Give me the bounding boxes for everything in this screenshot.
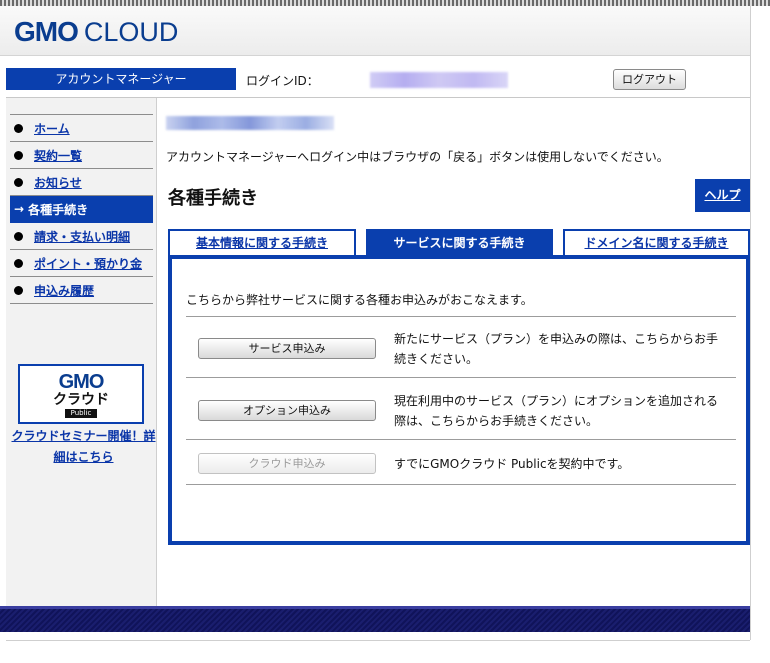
- cloud-apply-button[interactable]: クラウド申込み: [198, 453, 376, 474]
- row-divider: [186, 484, 736, 485]
- logo-cloud-text: CLOUD: [83, 17, 179, 47]
- footer-bar: [0, 606, 750, 632]
- seminar-link[interactable]: クラウドセミナー開催！詳細はこちら: [10, 426, 157, 468]
- sidebar-item-label[interactable]: ポイント・預かり金: [34, 255, 142, 272]
- cloud-apply-description: すでにGMOクラウド Publicを契約中です。: [394, 457, 630, 471]
- sidebar-item-label[interactable]: お知らせ: [34, 174, 82, 191]
- sidebar-item-label[interactable]: 請求・支払い明細: [34, 228, 130, 245]
- login-id-label: ログインID：: [246, 74, 319, 88]
- sidebar-item-label[interactable]: 契約一覧: [34, 147, 82, 164]
- banner-public-badge: Public: [64, 409, 98, 418]
- bullet-icon: [14, 150, 23, 160]
- sidebar-item-home[interactable]: ホーム: [10, 115, 153, 142]
- logo-gmo-text: GMO: [14, 16, 79, 47]
- sidebar-item-label[interactable]: 申込み履歴: [34, 282, 94, 299]
- services-panel: こちらから弊社サービスに関する各種お申込みがおこなえます。 サービス申込み 新た…: [168, 255, 750, 545]
- tab-basic-info[interactable]: 基本情報に関する手続き: [168, 229, 356, 255]
- banner-gmo-text: GMO: [58, 371, 105, 393]
- bullet-icon: [14, 258, 23, 268]
- sidebar-item-billing[interactable]: 請求・支払い明細: [10, 223, 153, 250]
- tab-domain[interactable]: ドメイン名に関する手続き: [563, 229, 750, 255]
- bottom-divider: [6, 640, 750, 641]
- account-name-redacted: [166, 116, 334, 130]
- bullet-icon: [14, 285, 23, 295]
- option-apply-description: 現在利用中のサービス（プラン）にオプションを追加される際は、こちらからお手続きく…: [394, 394, 719, 428]
- service-apply-description: 新たにサービス（プラン）を申込みの際は、こちらからお手続きください。: [394, 332, 719, 366]
- bullet-icon: [14, 123, 23, 133]
- sidebar-item-label[interactable]: ホーム: [34, 120, 70, 137]
- login-id-value-redacted: [370, 72, 508, 88]
- sidebar: ホーム 契約一覧 お知らせ → 各種手続き 請求・支払い明細 ポイント・預かり金…: [6, 98, 157, 606]
- row-divider: [186, 316, 736, 317]
- sidebar-item-points[interactable]: ポイント・預かり金: [10, 250, 153, 277]
- tab-services[interactable]: サービスに関する手続き: [366, 229, 553, 255]
- option-apply-button[interactable]: オプション申込み: [198, 400, 376, 421]
- help-button[interactable]: ヘルプ: [695, 179, 750, 212]
- arrow-right-icon: →: [14, 202, 25, 216]
- gmo-cloud-logo[interactable]: GMO CLOUD: [14, 16, 178, 50]
- row-divider: [186, 439, 736, 440]
- bullet-icon: [14, 231, 23, 241]
- sidebar-item-history[interactable]: 申込み履歴: [10, 277, 153, 304]
- row-divider: [186, 377, 736, 378]
- account-manager-title: アカウントマネージャー: [6, 68, 236, 90]
- page-title: 各種手続き: [168, 188, 258, 209]
- sidebar-item-news[interactable]: お知らせ: [10, 169, 153, 196]
- header: GMO CLOUD: [0, 6, 750, 56]
- logout-button[interactable]: ログアウト: [613, 69, 686, 90]
- sidebar-item-procedures[interactable]: → 各種手続き: [10, 196, 153, 223]
- sidebar-item-contracts[interactable]: 契約一覧: [10, 142, 153, 169]
- panel-intro-text: こちらから弊社サービスに関する各種お申込みがおこなえます。: [186, 293, 533, 307]
- sidebar-item-label: 各種手続き: [28, 202, 89, 217]
- service-apply-button[interactable]: サービス申込み: [198, 338, 376, 359]
- banner-cloud-text: クラウド: [53, 392, 109, 408]
- gmo-cloud-public-banner[interactable]: GMO クラウド Public: [18, 364, 144, 424]
- back-button-notice: アカウントマネージャーへログイン中はブラウザの「戻る」ボタンは使用しないでくださ…: [166, 150, 669, 164]
- bullet-icon: [14, 177, 23, 187]
- page-right-border: [750, 6, 751, 640]
